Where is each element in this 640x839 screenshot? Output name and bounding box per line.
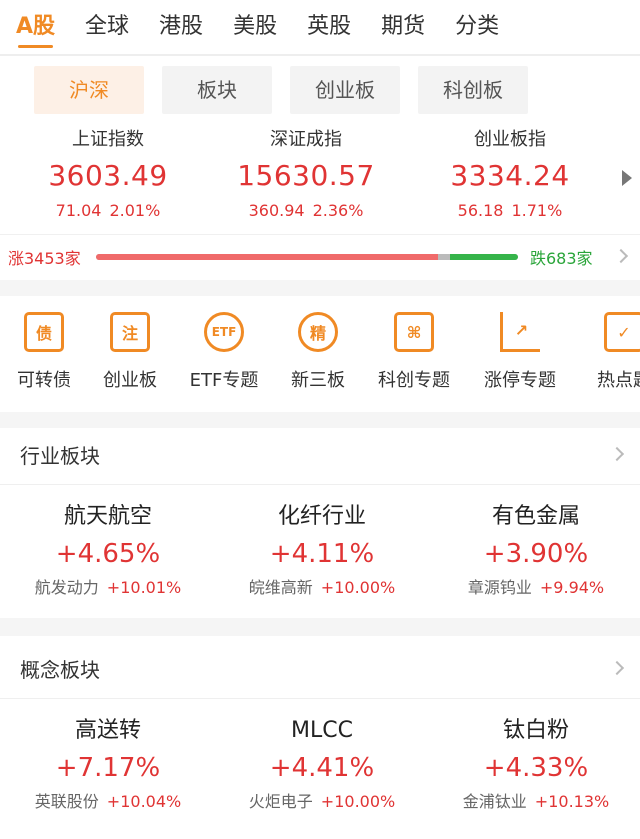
sector-pct: +3.90% <box>483 539 589 569</box>
shortcut-hot-topic[interactable]: ✓ 热点题 <box>576 312 640 392</box>
neeq-icon: 精 <box>298 312 338 352</box>
shortcut-label: 新三板 <box>291 370 345 391</box>
shortcut-etf[interactable]: ETF ETF专题 <box>176 312 272 392</box>
shortcut-label: 科创专题 <box>378 370 450 391</box>
leader-name: 皖维高新 <box>248 578 313 597</box>
hot-topic-icon: ✓ <box>604 312 640 352</box>
gem-board-icon: 注 <box>110 312 150 352</box>
subtab-chinext[interactable]: 创业板 <box>290 66 400 114</box>
etf-icon: ETF <box>204 312 244 352</box>
shortcut-gem-board[interactable]: 注 创业板 <box>82 312 178 392</box>
industry-title: 行业板块 <box>20 444 100 468</box>
sector-card[interactable]: 航天航空 +4.65% 航发动力 +10.01% <box>8 500 208 602</box>
concept-card[interactable]: 高送转 +7.17% 英联股份 +10.04% <box>8 714 208 816</box>
limit-up-icon: ↗ <box>500 312 540 352</box>
index-quotes: 上证指数 3603.49 71.04 2.01% 深证成指 15630.57 36… <box>0 126 640 230</box>
concept-title: 概念板块 <box>20 658 100 682</box>
leader-pct: +10.00% <box>320 792 396 811</box>
leader-name: 火炬电子 <box>248 792 313 811</box>
index-name: 创业板指 <box>474 129 546 150</box>
subtab-sh-sz[interactable]: 沪深 <box>34 66 144 114</box>
sector-name: 有色金属 <box>491 504 580 529</box>
market-sub-tabs: 沪深 板块 创业板 科创板 <box>34 66 546 114</box>
chevron-right-icon[interactable] <box>609 660 625 676</box>
index-value: 3334.24 <box>450 159 570 192</box>
index-card-shanghai[interactable]: 上证指数 3603.49 71.04 2.01% <box>8 126 208 224</box>
section-gap <box>0 618 640 636</box>
shortcut-convertible-bond[interactable]: 债 可转债 <box>0 312 92 392</box>
leader-name: 英联股份 <box>34 792 99 811</box>
index-pct: 2.36% <box>312 201 364 220</box>
tabs-divider <box>0 54 640 56</box>
shortcut-limit-up[interactable]: ↗ 涨停专题 <box>472 312 568 392</box>
tab-hk-stocks[interactable]: 港股 <box>159 0 203 54</box>
tab-global[interactable]: 全球 <box>85 0 129 54</box>
divider <box>0 698 640 699</box>
index-card-shenzhen[interactable]: 深证成指 15630.57 360.94 2.36% <box>206 126 406 224</box>
chevron-right-icon[interactable] <box>609 446 625 462</box>
leader-pct: +9.94% <box>539 578 605 597</box>
index-value: 3603.49 <box>48 159 168 192</box>
leader-name: 航发动力 <box>34 578 99 597</box>
sector-name: 航天航空 <box>63 504 152 529</box>
breadth-track <box>96 254 518 260</box>
sector-name: 化纤行业 <box>277 504 366 529</box>
concept-pct: +7.17% <box>55 753 161 783</box>
shortcut-neeq[interactable]: 精 新三板 <box>270 312 366 392</box>
concept-name: 高送转 <box>74 718 141 743</box>
bond-icon: 债 <box>24 312 64 352</box>
sector-pct: +4.65% <box>55 539 161 569</box>
shortcut-label: 可转债 <box>17 370 71 391</box>
subtab-star-market[interactable]: 科创板 <box>418 66 528 114</box>
rise-count: 涨3453家 <box>8 249 81 268</box>
rise-bar <box>96 254 438 260</box>
leader-pct: +10.01% <box>106 578 182 597</box>
index-change: 56.18 <box>457 201 504 220</box>
leader-name: 金浦钛业 <box>462 792 527 811</box>
shortcut-label: ETF专题 <box>189 370 259 391</box>
sector-card[interactable]: 化纤行业 +4.11% 皖维高新 +10.00% <box>222 500 422 602</box>
index-name: 深证成指 <box>270 129 342 150</box>
leader-name: 章源钨业 <box>467 578 532 597</box>
shortcut-label: 热点题 <box>597 370 640 391</box>
concept-card[interactable]: 钛白粉 +4.33% 金浦钛业 +10.13% <box>436 714 636 816</box>
index-card-chinext[interactable]: 创业板指 3334.24 56.18 1.71% <box>410 126 610 224</box>
leader-pct: +10.04% <box>106 792 182 811</box>
shortcut-star-market[interactable]: ⌘ 科创专题 <box>366 312 462 392</box>
shortcut-row: 债 可转债 注 创业板 ETF ETF专题 精 新三板 ⌘ 科创专题 ↗ 涨停专… <box>0 300 640 404</box>
sector-card[interactable]: 有色金属 +3.90% 章源钨业 +9.94% <box>436 500 636 602</box>
shortcut-label: 涨停专题 <box>484 370 556 391</box>
tab-uk-stocks[interactable]: 英股 <box>307 0 351 54</box>
index-name: 上证指数 <box>72 129 144 150</box>
tab-futures[interactable]: 期货 <box>381 0 425 54</box>
fall-bar <box>450 254 518 260</box>
index-value: 15630.57 <box>237 159 375 192</box>
concept-card[interactable]: MLCC +4.41% 火炬电子 +10.00% <box>222 714 422 816</box>
divider <box>0 484 640 485</box>
star-market-icon: ⌘ <box>394 312 434 352</box>
tab-a-shares[interactable]: A股 <box>16 0 55 54</box>
section-gap <box>0 280 640 296</box>
more-indices-arrow-icon[interactable] <box>622 170 632 186</box>
index-pct: 2.01% <box>109 201 161 220</box>
shortcut-label: 创业板 <box>103 370 157 391</box>
tab-us-stocks[interactable]: 美股 <box>233 0 277 54</box>
fall-count: 跌683家 <box>530 249 593 268</box>
advance-decline-bar[interactable]: 涨3453家 跌683家 <box>0 234 640 278</box>
index-change: 71.04 <box>55 201 102 220</box>
concept-name: MLCC <box>291 718 353 743</box>
tab-categories[interactable]: 分类 <box>455 0 499 54</box>
market-tabs: A股 全球 港股 美股 英股 期货 分类 <box>0 0 640 54</box>
sector-pct: +4.11% <box>269 539 375 569</box>
concept-pct: +4.41% <box>269 753 375 783</box>
leader-pct: +10.00% <box>320 578 396 597</box>
concept-pct: +4.33% <box>483 753 589 783</box>
index-change: 360.94 <box>248 201 305 220</box>
index-pct: 1.71% <box>511 201 563 220</box>
section-gap <box>0 412 640 428</box>
chevron-right-icon[interactable] <box>613 248 629 264</box>
leader-pct: +10.13% <box>534 792 610 811</box>
subtab-sectors[interactable]: 板块 <box>162 66 272 114</box>
concept-name: 钛白粉 <box>502 718 569 743</box>
